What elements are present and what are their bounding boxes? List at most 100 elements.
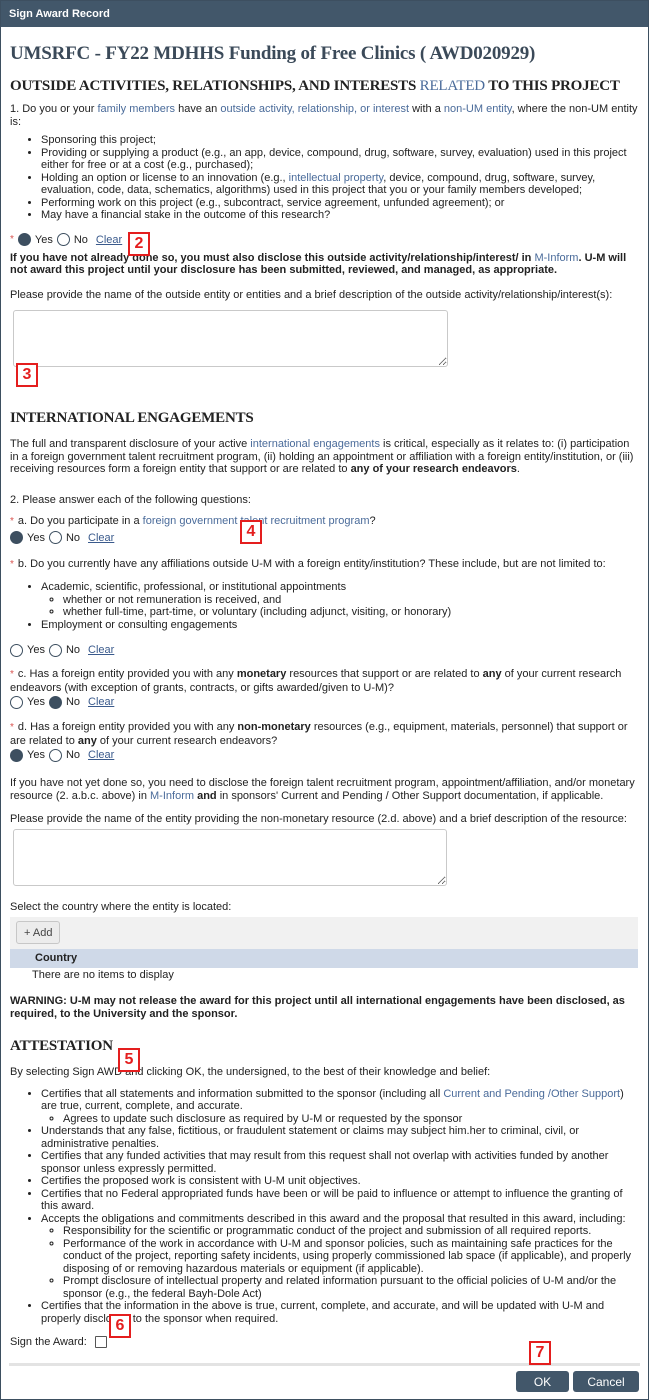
sign-award-dialog: Sign Award Record UMSRFC - FY22 MDHHS Fu… bbox=[0, 0, 649, 1400]
list-item: Academic, scientific, professional, or i… bbox=[41, 581, 638, 619]
text: . bbox=[516, 463, 520, 475]
q2a-yes-radio[interactable] bbox=[10, 531, 23, 544]
outside-activities-heading: OUTSIDE ACTIVITIES, RELATIONSHIPS, AND I… bbox=[10, 78, 638, 95]
no-label: No bbox=[73, 233, 88, 246]
non-monetary-description-textarea[interactable] bbox=[13, 828, 447, 886]
text: with a bbox=[409, 103, 444, 115]
add-country-button[interactable]: + Add bbox=[16, 921, 61, 944]
intellectual-property-link[interactable]: intellectual property bbox=[289, 172, 384, 184]
q2b-no-radio[interactable] bbox=[48, 643, 62, 657]
outside-activity-link[interactable]: outside activity, relationship, or inter… bbox=[220, 103, 409, 115]
callout-4: 4 bbox=[240, 520, 262, 544]
q1-yes-radio[interactable] bbox=[17, 233, 31, 246]
dialog-content: UMSRFC - FY22 MDHHS Funding of Free Clin… bbox=[1, 43, 648, 1348]
sub-list: Agrees to update such disclosure as requ… bbox=[41, 1113, 638, 1126]
text: d. Has a foreign entity provided you wit… bbox=[17, 721, 238, 733]
q2a-no-radio[interactable] bbox=[48, 531, 62, 544]
q2d-yes-radio[interactable] bbox=[10, 748, 23, 762]
callout-3: 3 bbox=[16, 363, 38, 387]
sign-award-checkbox[interactable] bbox=[94, 1336, 107, 1348]
callout-6: 6 bbox=[109, 1314, 131, 1338]
question-2a: * a. Do you participate in a foreign gove… bbox=[10, 515, 638, 529]
required-asterisk: * bbox=[10, 234, 14, 245]
yes-label: Yes bbox=[27, 749, 45, 761]
q2a-clear-link[interactable]: Clear bbox=[88, 532, 114, 544]
text: If you have not already done so, you mus… bbox=[10, 251, 535, 264]
affiliation-list: Academic, scientific, professional, or i… bbox=[10, 581, 638, 631]
outside-description-label: Please provide the name of the outside e… bbox=[10, 288, 613, 301]
q2c-no-radio[interactable] bbox=[48, 695, 62, 709]
m-inform-link[interactable]: M-Inform bbox=[534, 252, 578, 264]
non-monetary-description-label: Please provide the name of the entity pr… bbox=[10, 813, 627, 825]
q2b-clear-link[interactable]: Clear bbox=[88, 644, 114, 656]
text: c. Has a foreign entity provided you wit… bbox=[17, 668, 237, 680]
attestation-intro: By selecting Sign AWD and clicking OK, t… bbox=[10, 1066, 491, 1078]
required-asterisk: * bbox=[10, 558, 14, 570]
m-inform-notice: If you have not already done so, you mus… bbox=[10, 252, 638, 277]
family-members-link[interactable]: family members bbox=[97, 103, 175, 115]
q2b-yes-radio[interactable] bbox=[10, 643, 23, 657]
list-item: Performing work on this project (e.g., s… bbox=[41, 197, 638, 210]
text: a. Do you participate in a bbox=[17, 515, 143, 527]
text: in sponsors' Current and Pending / Other… bbox=[216, 789, 604, 802]
required-asterisk: * bbox=[10, 516, 14, 527]
question-1: 1. Do you or your family members have an… bbox=[10, 103, 638, 128]
country-grid-toolbar: + Add bbox=[10, 917, 638, 949]
international-engagements-heading: INTERNATIONAL ENGAGEMENTS bbox=[10, 410, 254, 426]
list-item: May have a financial stake in the outcom… bbox=[41, 209, 638, 222]
international-engagements-link[interactable]: international engagements bbox=[250, 438, 380, 450]
list-item: Agrees to update such disclosure as requ… bbox=[63, 1113, 638, 1126]
m-inform-link-2[interactable]: M-Inform bbox=[150, 790, 194, 802]
list-item: Certifies that no Federal appropriated f… bbox=[41, 1188, 638, 1213]
sub-list: whether or not remuneration is received,… bbox=[41, 594, 638, 619]
q2b-answer-group: Yes No Clear bbox=[10, 642, 638, 658]
text: 1. Do you or your bbox=[10, 103, 98, 115]
text: any of your research endeavors bbox=[350, 463, 517, 475]
no-label: No bbox=[65, 531, 81, 544]
text: ? bbox=[369, 515, 376, 527]
text: Accepts the obligations and commitments … bbox=[41, 1212, 626, 1225]
entity-criteria-list: Sponsoring this project; Providing or su… bbox=[10, 134, 638, 222]
text: have an bbox=[175, 103, 221, 115]
list-item: whether full-time, part-time, or volunta… bbox=[63, 606, 638, 619]
text: any bbox=[77, 734, 97, 747]
outside-description-textarea[interactable] bbox=[13, 310, 448, 367]
yes-label: Yes bbox=[27, 696, 45, 708]
award-title: UMSRFC - FY22 MDHHS Funding of Free Clin… bbox=[10, 43, 536, 64]
q2c-yes-radio[interactable] bbox=[10, 695, 23, 709]
list-item: Sponsoring this project; bbox=[41, 134, 638, 147]
q1-no-radio[interactable] bbox=[56, 233, 70, 246]
text: Certifies that all statements and inform… bbox=[41, 1087, 444, 1100]
country-column-header[interactable]: Country bbox=[10, 949, 638, 968]
text: any bbox=[482, 668, 502, 680]
related-link[interactable]: RELATED bbox=[420, 78, 485, 94]
yes-label: Yes bbox=[27, 644, 45, 656]
callout-2: 2 bbox=[128, 232, 150, 256]
list-item: Providing or supplying a product (e.g., … bbox=[41, 147, 638, 172]
list-item: Certifies that all statements and inform… bbox=[41, 1088, 638, 1126]
question-2b: * b. Do you currently have any affiliatio… bbox=[10, 558, 638, 572]
ok-button[interactable]: OK bbox=[516, 1371, 569, 1392]
country-grid-empty: There are no items to display bbox=[32, 969, 174, 981]
text: Holding an option or license to an innov… bbox=[41, 171, 289, 184]
q2d-no-radio[interactable] bbox=[48, 748, 62, 762]
q2d-clear-link[interactable]: Clear bbox=[88, 749, 114, 761]
q2c-clear-link[interactable]: Clear bbox=[88, 696, 114, 708]
country-label: Select the country where the entity is l… bbox=[10, 900, 232, 913]
text: and bbox=[194, 789, 217, 802]
yes-label: Yes bbox=[27, 531, 45, 544]
cancel-button[interactable]: Cancel bbox=[573, 1371, 639, 1392]
sign-award-label: Sign the Award: bbox=[10, 1336, 87, 1348]
text: b. Do you currently have any affiliation… bbox=[17, 557, 606, 570]
text: of your current research endeavors? bbox=[96, 734, 278, 747]
dialog-title: Sign Award Record bbox=[1, 1, 648, 27]
current-pending-link[interactable]: Current and Pending /Other Support bbox=[443, 1088, 620, 1100]
list-item: Employment or consulting engagements bbox=[41, 619, 638, 632]
no-label: No bbox=[65, 749, 81, 761]
q1-clear-link[interactable]: Clear bbox=[96, 234, 122, 246]
list-item: Holding an option or license to an innov… bbox=[41, 172, 638, 197]
attestation-list: Certifies that all statements and inform… bbox=[10, 1088, 638, 1326]
list-item: whether or not remuneration is received,… bbox=[63, 594, 638, 607]
non-um-entity-link[interactable]: non-UM entity bbox=[444, 103, 512, 115]
text: The full and transparent disclosure of y… bbox=[10, 438, 251, 450]
